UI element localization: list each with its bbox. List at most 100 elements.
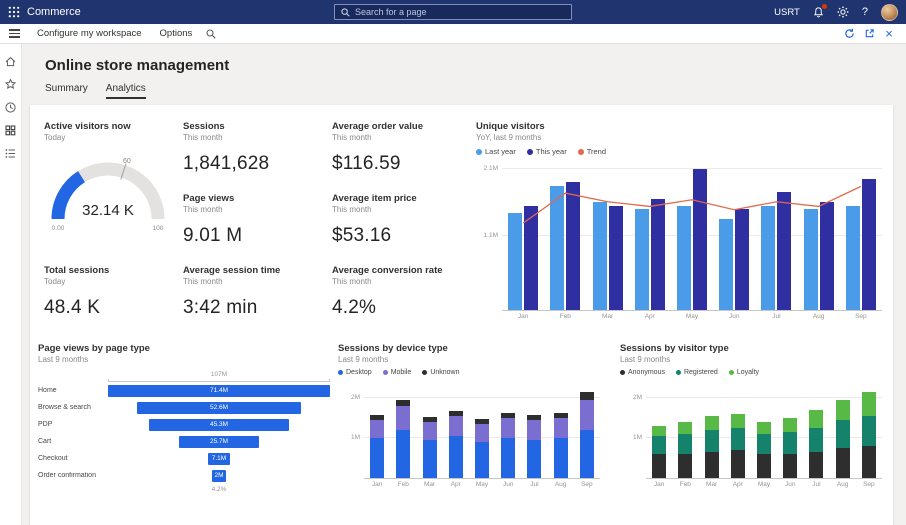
kpi-page-views[interactable]: Page views This month 9.01 M — [183, 193, 242, 247]
legend-label: Loyalty — [737, 369, 759, 376]
global-search[interactable] — [334, 4, 572, 20]
bar-group — [731, 414, 745, 478]
legend-item-this-year[interactable]: This year — [527, 147, 567, 156]
x-axis-label: Jan — [646, 481, 672, 488]
segment-anonymous — [757, 454, 771, 478]
segment-loyalty — [836, 400, 850, 420]
stacked-bar[interactable] — [527, 415, 541, 478]
bar-group — [678, 422, 692, 478]
stacked-bar[interactable] — [423, 417, 437, 478]
app-name[interactable]: Commerce — [27, 6, 81, 18]
stacked-bar[interactable] — [862, 392, 876, 478]
legend-item-loyalty[interactable]: Loyalty — [729, 369, 759, 376]
segment-loyalty — [862, 392, 876, 416]
favorites-button[interactable] — [3, 77, 18, 92]
notifications-button[interactable] — [813, 6, 824, 18]
grid-icon — [4, 124, 17, 137]
x-axis-label: Feb — [672, 481, 698, 488]
stacked-bar[interactable] — [554, 413, 568, 478]
navigation-rail — [0, 44, 22, 525]
stacked-bar[interactable] — [396, 400, 410, 478]
chart-subtitle: Last 9 months — [338, 355, 600, 364]
funnel-row: Home71.4M — [38, 382, 330, 399]
legend-dot — [422, 370, 427, 375]
y-axis-label: 2.1M — [476, 165, 498, 172]
kpi-average-order-value[interactable]: Average order value This month $116.59 — [332, 121, 423, 175]
legend-label: This year — [536, 147, 567, 156]
legend-item-registered[interactable]: Registered — [676, 369, 718, 376]
stacked-bar[interactable] — [475, 419, 489, 478]
bar-groups — [364, 383, 600, 478]
kpi-title: Average item price — [332, 193, 417, 204]
toolbar-search-button[interactable] — [202, 25, 220, 43]
stacked-bar[interactable] — [370, 415, 384, 478]
close-workspace-button[interactable]: × — [880, 25, 898, 43]
funnel-bar[interactable]: 7.1M — [208, 453, 230, 465]
workspaces-button[interactable] — [3, 123, 18, 138]
funnel-bar[interactable]: 25.7M — [179, 436, 259, 448]
stacked-bar[interactable] — [678, 422, 692, 478]
kpi-value: 3:42 min — [183, 297, 280, 319]
modules-button[interactable] — [3, 146, 18, 161]
tab-summary[interactable]: Summary — [45, 83, 88, 99]
stacked-bar[interactable] — [705, 416, 719, 478]
x-axis-label: Jun — [495, 481, 521, 488]
legend-item-mobile[interactable]: Mobile — [383, 369, 412, 376]
stacked-bar[interactable] — [731, 414, 745, 478]
stacked-bar[interactable] — [783, 418, 797, 478]
funnel-bar[interactable]: 71.4M — [108, 385, 330, 397]
configure-workspace-button[interactable]: Configure my workspace — [29, 24, 150, 44]
stacked-bar[interactable] — [836, 400, 850, 478]
chart-subtitle: Today — [44, 133, 178, 142]
bar-group — [580, 392, 594, 478]
stacked-bar[interactable] — [809, 410, 823, 478]
stacked-bar[interactable] — [580, 392, 594, 478]
y-axis-label: 1M — [620, 434, 642, 441]
app-launcher-button[interactable] — [8, 6, 20, 18]
search-input[interactable] — [355, 7, 565, 17]
kpi-average-item-price[interactable]: Average item price This month $53.16 — [332, 193, 417, 247]
settings-button[interactable] — [837, 6, 849, 18]
kpi-sessions[interactable]: Sessions This month 1,841,628 — [183, 121, 269, 175]
segment-anonymous — [652, 454, 666, 478]
open-new-window-button[interactable] — [860, 25, 878, 43]
stacked-bar[interactable] — [501, 413, 515, 478]
bar-group — [836, 400, 850, 478]
company-selector[interactable]: USRT — [774, 7, 800, 18]
funnel-bar[interactable]: 45.3M — [149, 419, 290, 431]
help-button[interactable]: ? — [862, 6, 868, 18]
kpi-average-session-time[interactable]: Average session time This month 3:42 min — [183, 265, 280, 319]
tab-analytics[interactable]: Analytics — [106, 83, 146, 99]
y-axis-label: 1M — [338, 434, 360, 441]
bar-group — [652, 426, 666, 478]
stacked-bar[interactable] — [757, 422, 771, 478]
page-views-by-page-type-block: Page views by page type Last 9 months 10… — [38, 343, 330, 493]
kpi-total-sessions[interactable]: Total sessions Today 48.4 K — [44, 265, 109, 319]
legend-item-trend[interactable]: Trend — [578, 147, 606, 156]
unique-visitors-chart: 1.1M2.1MJanFebMarAprMayJunJulAugSep — [476, 163, 882, 320]
kpi-value: 4.2% — [332, 297, 443, 319]
active-visitors-gauge-block[interactable]: Active visitors now Today 6032.14 K0.001… — [44, 121, 178, 236]
stacked-bar[interactable] — [652, 426, 666, 478]
bar-group — [554, 413, 568, 478]
legend-item-desktop[interactable]: Desktop — [338, 369, 372, 376]
legend-item-last-year[interactable]: Last year — [476, 147, 516, 156]
refresh-button[interactable] — [840, 25, 858, 43]
recents-button[interactable] — [3, 100, 18, 115]
options-button[interactable]: Options — [152, 24, 201, 44]
user-avatar[interactable] — [881, 4, 898, 21]
bar-group — [370, 415, 384, 478]
chart-subtitle: Last 9 months — [620, 355, 882, 364]
kpi-subtitle: This month — [332, 277, 443, 286]
bar-group — [475, 419, 489, 478]
legend-item-unknown[interactable]: Unknown — [422, 369, 459, 376]
home-button[interactable] — [3, 54, 18, 69]
kpi-average-conversion-rate[interactable]: Average conversion rate This month 4.2% — [332, 265, 443, 319]
navigation-menu-button[interactable] — [5, 25, 23, 43]
x-axis-label: Apr — [443, 481, 469, 488]
funnel-bar[interactable]: 52.6M — [137, 402, 301, 414]
legend-item-anonymous[interactable]: Anonymous — [620, 369, 665, 376]
stacked-bar[interactable] — [449, 411, 463, 478]
x-axis-labels: JanFebMarAprMayJunJulAugSep — [364, 481, 600, 488]
funnel-bar[interactable]: 2M — [212, 470, 226, 482]
